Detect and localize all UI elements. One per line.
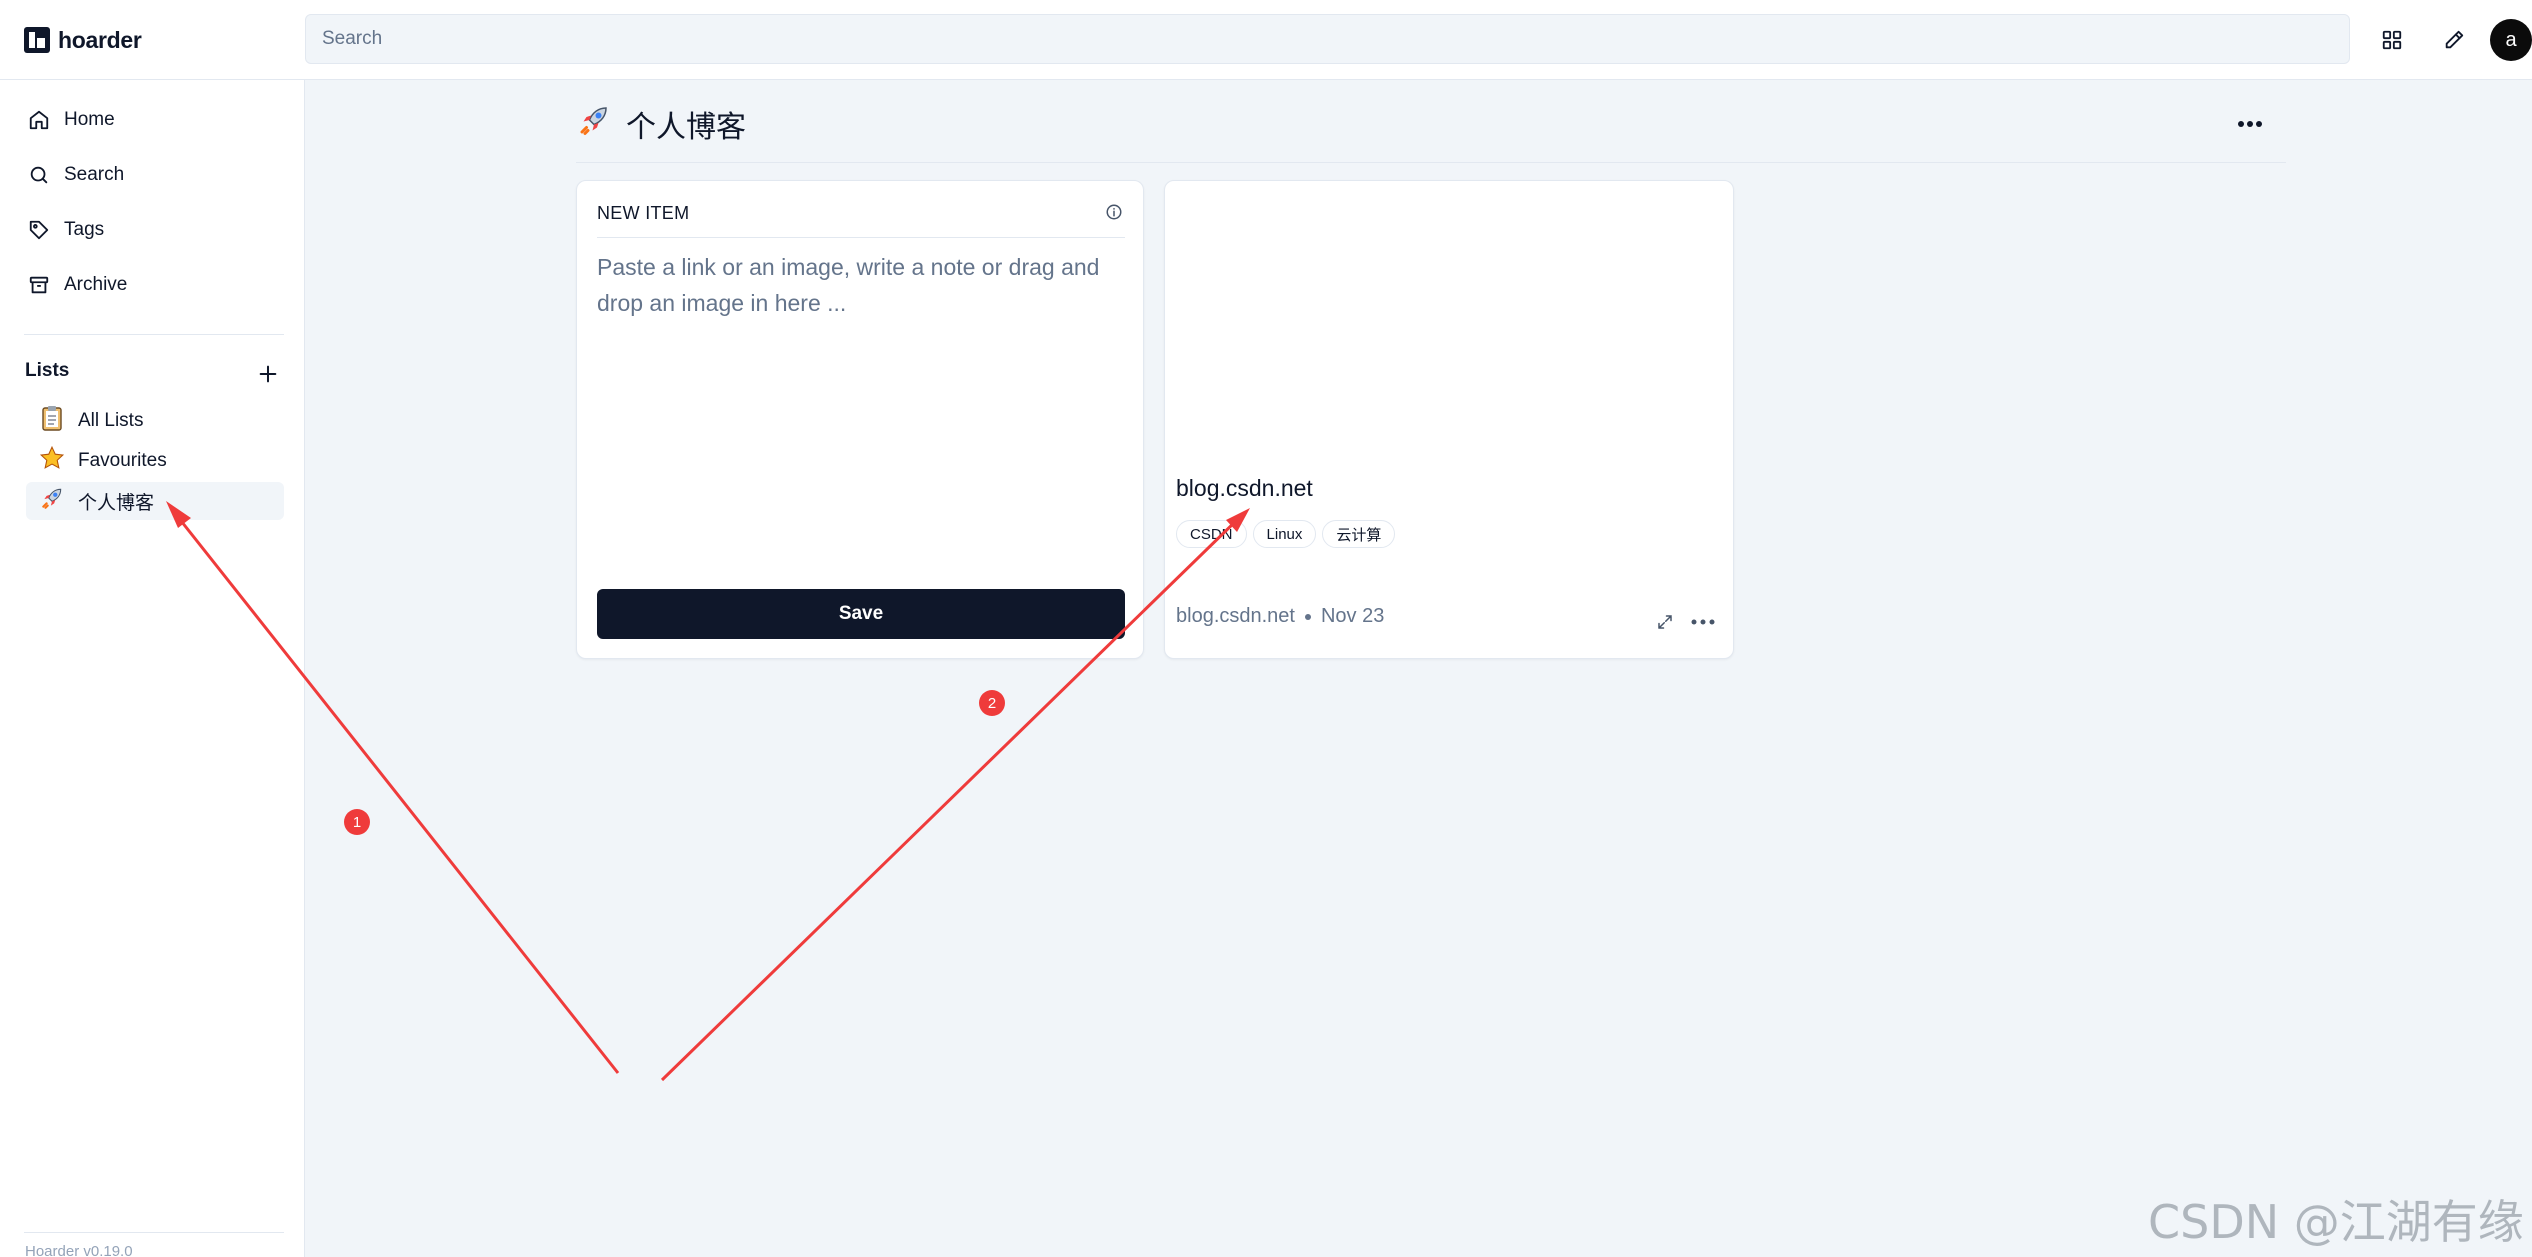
new-item-divider bbox=[597, 237, 1125, 238]
sidebar-list-all-lists[interactable]: All Lists bbox=[26, 402, 284, 440]
sidebar-divider bbox=[24, 334, 284, 335]
search-icon bbox=[30, 166, 48, 184]
logo-icon bbox=[24, 27, 50, 53]
page-header: 个人博客 bbox=[576, 102, 746, 146]
new-item-card: NEW ITEM Save bbox=[576, 180, 1144, 659]
bookmark-source[interactable]: blog.csdn.net bbox=[1176, 605, 1295, 628]
new-item-title: NEW ITEM bbox=[597, 203, 690, 223]
sidebar-item-archive[interactable]: Archive bbox=[28, 265, 127, 305]
add-list-button[interactable] bbox=[252, 358, 284, 390]
list-options-button[interactable] bbox=[2232, 106, 2268, 142]
header-divider bbox=[576, 162, 2286, 163]
sidebar-item-home[interactable]: Home bbox=[28, 100, 115, 140]
more-horizontal-icon bbox=[2238, 121, 2262, 127]
new-item-input[interactable] bbox=[597, 249, 1125, 549]
user-avatar[interactable]: a bbox=[2490, 19, 2532, 61]
info-button[interactable] bbox=[1103, 201, 1125, 223]
bookmark-footer: blog.csdn.net Nov 23 bbox=[1176, 605, 1384, 628]
clipboard-icon bbox=[38, 405, 66, 437]
save-button[interactable]: Save bbox=[597, 589, 1125, 639]
bookmark-options-button[interactable] bbox=[1689, 608, 1717, 636]
grid-view-icon bbox=[2382, 30, 2402, 50]
bookmark-tags: CSDN Linux 云计算 bbox=[1176, 520, 1396, 548]
sidebar-item-tags[interactable]: Tags bbox=[28, 210, 104, 250]
expand-bookmark-button[interactable] bbox=[1651, 608, 1679, 636]
sidebar-item-label: Search bbox=[64, 164, 125, 185]
grid-view-button[interactable] bbox=[2374, 22, 2410, 58]
search-input[interactable] bbox=[305, 14, 2350, 64]
sidebar-list-personal-blog[interactable]: 个人博客 bbox=[26, 482, 284, 520]
tag-badge[interactable]: CSDN bbox=[1176, 520, 1247, 548]
bookmark-title[interactable]: blog.csdn.net bbox=[1176, 475, 1313, 502]
more-horizontal-icon bbox=[1691, 619, 1715, 625]
expand-icon bbox=[1658, 615, 1672, 629]
rocket-icon bbox=[576, 102, 612, 146]
sidebar-list-label: Favourites bbox=[78, 450, 167, 471]
archive-icon bbox=[29, 276, 49, 294]
sidebar-item-label: Home bbox=[64, 109, 115, 130]
sidebar-item-search[interactable]: Search bbox=[28, 155, 124, 195]
edit-button[interactable] bbox=[2436, 22, 2472, 58]
bookmark-card[interactable]: blog.csdn.net CSDN Linux 云计算 blog.csdn.n… bbox=[1164, 180, 1734, 659]
rocket-icon bbox=[38, 485, 66, 517]
app-name: hoarder bbox=[58, 26, 142, 53]
lists-heading: Lists bbox=[25, 360, 70, 381]
annotation-marker-1: 1 bbox=[344, 809, 370, 835]
sidebar-list-label: All Lists bbox=[78, 410, 144, 431]
top-bar: hoarder a bbox=[0, 0, 2532, 80]
sidebar-list-label: 个人博客 bbox=[78, 492, 155, 514]
sidebar: Home Search Tags Archive Lists All Lists… bbox=[0, 80, 305, 1257]
tag-icon bbox=[29, 220, 49, 240]
bookmark-date: Nov 23 bbox=[1320, 605, 1385, 627]
app-logo[interactable]: hoarder bbox=[24, 24, 142, 56]
sidebar-item-label: Archive bbox=[64, 274, 128, 295]
separator-dot bbox=[1304, 613, 1311, 620]
star-icon bbox=[38, 445, 66, 477]
sidebar-list-favourites[interactable]: Favourites bbox=[26, 442, 284, 480]
tag-badge[interactable]: 云计算 bbox=[1322, 520, 1396, 548]
app-version: Hoarder v0.19.0 bbox=[25, 1243, 133, 1257]
home-icon bbox=[29, 110, 49, 130]
plus-icon bbox=[259, 365, 277, 383]
page-title: 个人博客 bbox=[626, 111, 746, 144]
sidebar-item-label: Tags bbox=[64, 219, 105, 240]
info-icon bbox=[1106, 204, 1122, 220]
edit-pencil-icon bbox=[2445, 30, 2464, 49]
tag-badge[interactable]: Linux bbox=[1252, 520, 1317, 548]
watermark: CSDN @江湖有缘 bbox=[2148, 1195, 2524, 1249]
sidebar-footer-divider bbox=[24, 1232, 284, 1233]
annotation-marker-2: 2 bbox=[979, 690, 1005, 716]
